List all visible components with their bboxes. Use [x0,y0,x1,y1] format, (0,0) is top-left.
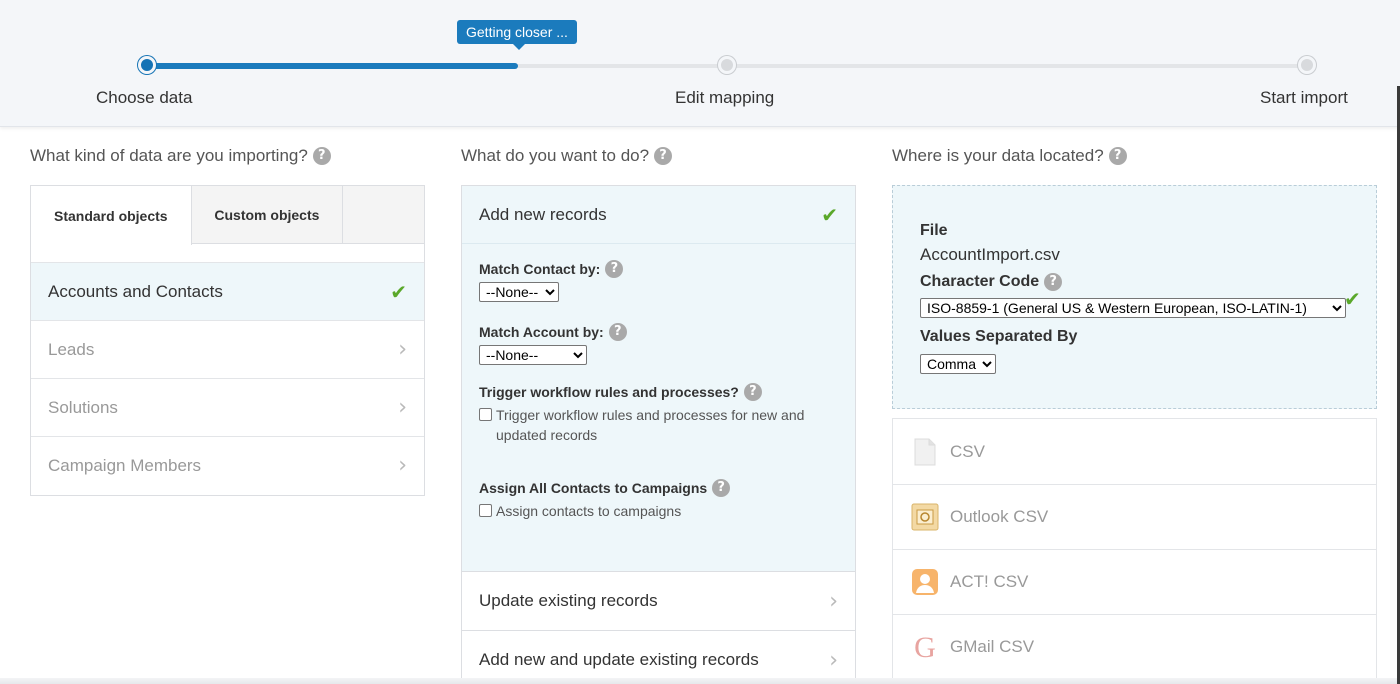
actions-heading: What do you want to do? ? [461,146,673,166]
csv-file-icon [911,438,939,466]
match-account-select[interactable]: --None-- [479,345,587,365]
act-contact-icon [911,568,939,596]
tab-spacer [343,186,424,244]
campaign-option: Assign contacts to campaigns [479,501,838,521]
step-label-choose-data[interactable]: Choose data [96,88,192,108]
step-dot-start-import[interactable] [1298,56,1316,74]
step-dot-choose-data[interactable] [138,56,156,74]
object-item-label: Leads [48,339,95,359]
outlook-icon [911,503,939,531]
source-outlook-csv[interactable]: Outlook CSV [893,484,1376,549]
file-dropzone[interactable]: File AccountImport.csv Character Code ? … [892,185,1377,409]
source-label: CSV [950,441,985,461]
action-update-existing-records[interactable]: Update existing records › [462,571,855,630]
chevron-right-icon: › [829,588,838,614]
action-label: Add new and update existing records [479,650,759,669]
actions-panel: Add new records ✔ Match Contact by: ? --… [461,185,856,684]
help-icon[interactable]: ? [312,147,331,165]
list-spacer [31,244,424,262]
checkmark-icon: ✔ [390,279,407,304]
source-label: GMail CSV [950,637,1035,656]
chevron-right-icon: › [398,395,407,420]
object-item-label: Accounts and Contacts [48,281,223,301]
campaign-checkbox-label[interactable]: Assign contacts to campaigns [496,501,681,521]
object-item-campaign-members[interactable]: Campaign Members › [31,436,424,494]
help-icon[interactable]: ? [712,479,731,497]
source-act-csv[interactable]: ACT! CSV [893,549,1376,614]
chevron-right-icon: › [398,337,407,362]
help-icon[interactable]: ? [743,383,762,401]
step-label-start-import[interactable]: Start import [1260,88,1348,108]
step-label-edit-mapping[interactable]: Edit mapping [675,88,774,108]
campaign-label-text: Assign All Contacts to Campaigns [479,480,708,496]
action-add-new-records[interactable]: Add new records ✔ [462,186,855,244]
help-icon[interactable]: ? [1044,273,1063,291]
character-code-label-text: Character Code [920,273,1040,290]
svg-text:G: G [914,633,936,661]
character-code-label: Character Code ? [920,273,1349,291]
object-item-label: Solutions [48,397,118,417]
progress-tooltip: Getting closer ... [457,20,577,50]
file-name: AccountImport.csv [920,245,1060,264]
tab-custom-objects[interactable]: Custom objects [192,186,344,244]
workflow-checkbox-label[interactable]: Trigger workflow rules and processes for… [496,405,838,445]
tab-standard-objects[interactable]: Standard objects [31,186,192,245]
source-label: Outlook CSV [950,507,1049,526]
match-account-label-text: Match Account by: [479,324,604,340]
action-add-and-update-records[interactable]: Add new and update existing records › [462,630,855,684]
source-label: ACT! CSV [950,572,1029,591]
location-heading: Where is your data located? ? [892,146,1127,166]
help-icon[interactable]: ? [654,147,673,165]
object-item-solutions[interactable]: Solutions › [31,378,424,436]
object-item-leads[interactable]: Leads › [31,320,424,378]
separator-label: Values Separated By [920,328,1078,345]
chevron-right-icon: › [398,453,407,478]
bottom-edge [0,678,1400,684]
progress-header: Getting closer ... Choose data Edit mapp… [0,0,1400,127]
separator-select[interactable]: Comma [920,354,996,374]
match-account-label: Match Account by: ? [479,323,838,341]
checkmark-icon: ✔ [821,202,838,227]
help-icon[interactable]: ? [608,323,627,341]
workflow-label-text: Trigger workflow rules and processes? [479,384,739,400]
help-icon[interactable]: ? [605,260,624,278]
object-tabs: Standard objects Custom objects [31,186,424,245]
match-contact-label: Match Contact by: ? [479,260,838,278]
objects-panel: Standard objects Custom objects Accounts… [30,185,425,496]
character-code-select[interactable]: ISO-8859-1 (General US & Western Europea… [920,298,1346,318]
chevron-right-icon: › [829,647,838,673]
objects-heading: What kind of data are you importing? ? [30,146,331,166]
workflow-label: Trigger workflow rules and processes? ? [479,383,838,401]
source-list: CSV Outlook CSV ACT! CSV G GMail CSV [892,418,1377,684]
help-icon[interactable]: ? [1108,147,1127,165]
file-label: File [920,222,948,239]
objects-heading-text: What kind of data are you importing? [30,146,308,165]
campaign-checkbox[interactable] [479,504,492,517]
match-contact-select[interactable]: --None-- [479,282,559,302]
gmail-icon: G [911,633,939,661]
action-label: Add new records [479,204,607,224]
import-wizard-page: Getting closer ... Choose data Edit mapp… [0,0,1400,684]
progress-fill [147,63,518,69]
checkmark-icon: ✔ [1344,287,1361,311]
workflow-option: Trigger workflow rules and processes for… [479,405,838,445]
add-new-records-options: Match Contact by: ? --None-- Match Accou… [462,244,855,571]
action-label: Update existing records [479,591,658,610]
source-csv[interactable]: CSV [893,419,1376,484]
object-item-accounts-and-contacts[interactable]: Accounts and Contacts ✔ [31,262,424,320]
actions-heading-text: What do you want to do? [461,146,650,165]
object-item-label: Campaign Members [48,455,202,475]
source-gmail-csv[interactable]: G GMail CSV [893,614,1376,679]
campaign-label: Assign All Contacts to Campaigns ? [479,479,838,497]
workflow-checkbox[interactable] [479,408,492,421]
match-contact-label-text: Match Contact by: [479,261,601,277]
step-dot-edit-mapping[interactable] [718,56,736,74]
location-heading-text: Where is your data located? [892,146,1104,165]
